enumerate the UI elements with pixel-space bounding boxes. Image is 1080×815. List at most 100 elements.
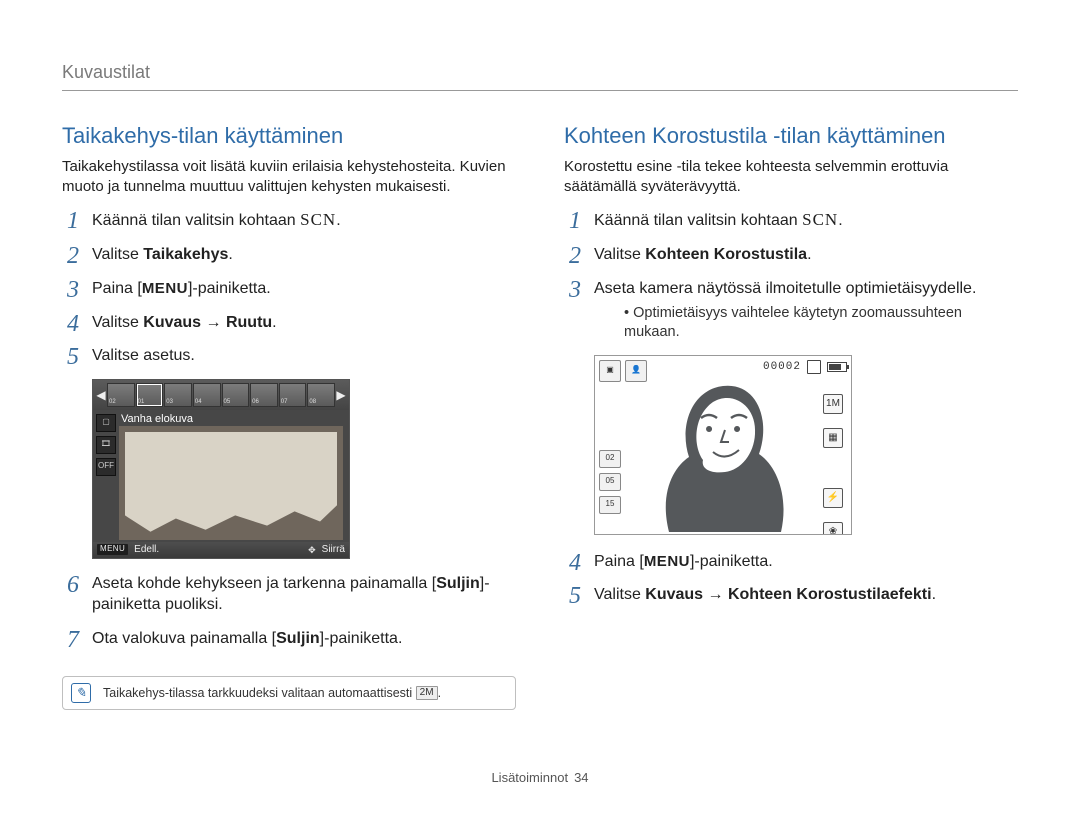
right-steps: 1 Käännä tilan valitsin kohtaan SCN. 2 V…	[564, 209, 1018, 342]
menu-tag-icon: MENU	[97, 544, 128, 555]
step-3: 3 Aseta kamera näytössä ilmoitetulle opt…	[564, 278, 1018, 343]
step-1: 1 Käännä tilan valitsin kohtaan SCN.	[564, 209, 1018, 232]
scn-label: SCN	[300, 210, 336, 229]
stack-icon: 15	[599, 496, 621, 514]
footer-label: Lisätoiminnot	[491, 770, 568, 785]
step-bold: Kuvaus	[645, 586, 703, 603]
step-2: 2 Valitse Taikakehys.	[62, 244, 516, 266]
step-text: .	[932, 586, 936, 603]
step-text: Käännä tilan valitsin kohtaan	[92, 212, 300, 229]
step-text: .	[336, 212, 340, 229]
step-text: Valitse	[92, 246, 143, 263]
stack-icon: 02	[599, 450, 621, 468]
step-text: Käännä tilan valitsin kohtaan	[594, 212, 802, 229]
step-text: ]-painiketta.	[690, 553, 773, 570]
step-text: ]-painiketta.	[320, 630, 403, 647]
step-text: Paina [	[92, 280, 142, 297]
mode-icon: ▣	[599, 360, 621, 382]
step-bold: Kuvaus	[143, 314, 201, 331]
thumb: 07	[279, 383, 307, 407]
frame-thumbnails: ◀ 02 01 03 04 05 06 07 08 ▶	[93, 380, 349, 410]
right-steps-cont: 4 Paina [MENU]-painiketta. 5 Valitse Kuv…	[564, 551, 1018, 606]
frame-style-label: Vanha elokuva	[121, 412, 193, 427]
thumb: 02	[107, 383, 135, 407]
nav-icon: ✥	[308, 544, 316, 556]
step-bold: Kohteen Korostustilaefekti	[728, 586, 932, 603]
step-1: 1 Käännä tilan valitsin kohtaan SCN.	[62, 209, 516, 232]
sd-card-icon	[807, 360, 821, 374]
step-3: 3 Paina [MENU]-painiketta.	[62, 278, 516, 300]
step-5: 5 Valitse Kuvaus → Kohteen Korostustilae…	[564, 584, 1018, 606]
back-label: Edell.	[134, 543, 159, 557]
screenshot-footer: MENU Edell. ✥ Siirrä	[93, 542, 349, 558]
camera-screenshot-magic-frame: ◀ 02 01 03 04 05 06 07 08 ▶ ▢ 🎞 OFF Vanh…	[92, 379, 350, 559]
note-text: .	[438, 686, 441, 700]
left-stack-icons: 02 05 15	[599, 450, 621, 514]
camera-screenshot-object-highlight: ▣ 👤 02 05 15 00002 1M	[594, 355, 852, 535]
side-icon: 🎞	[96, 436, 116, 454]
left-column: Taikakehys-tilan käyttäminen Taikakehyst…	[62, 121, 516, 710]
step-text: Valitse asetus.	[92, 347, 195, 364]
battery-icon	[827, 362, 847, 372]
page-number: 34	[574, 770, 588, 785]
step-bold: Suljin	[276, 630, 320, 647]
left-steps-cont: 6 Aseta kohde kehykseen ja tarkenna pain…	[62, 573, 516, 650]
right-heading: Kohteen Korostustila -tilan käyttäminen	[564, 121, 1018, 151]
resolution-badge: 2M	[416, 686, 438, 700]
flash-icon: ⚡	[823, 488, 843, 508]
note-box: ✎ Taikakehys-tilassa tarkkuudeksi valita…	[62, 676, 516, 711]
section-header: Kuvaustilat	[62, 60, 1018, 91]
left-intro: Taikakehystilassa voit lisätä kuviin eri…	[62, 157, 516, 198]
side-icon: OFF	[96, 458, 116, 476]
step-text: Ota valokuva painamalla [	[92, 630, 276, 647]
thumb: 05	[222, 383, 250, 407]
right-column: Kohteen Korostustila -tilan käyttäminen …	[564, 121, 1018, 710]
step-text: .	[807, 246, 811, 263]
step-text: Aseta kamera näytössä ilmoitetulle optim…	[594, 280, 976, 297]
step-bold: Kohteen Korostustila	[645, 246, 807, 263]
thumb: 06	[250, 383, 278, 407]
left-heading: Taikakehys-tilan käyttäminen	[62, 121, 516, 151]
step-5: 5 Valitse asetus.	[62, 345, 516, 367]
thumb: 04	[193, 383, 221, 407]
step-4: 4 Valitse Kuvaus → Ruutu.	[62, 312, 516, 334]
step-text: .	[838, 212, 842, 229]
step-text: Valitse	[92, 314, 143, 331]
step-bold: Suljin	[436, 575, 480, 592]
stack-icon: 05	[599, 473, 621, 491]
step-arrow: →	[201, 314, 226, 331]
step-text: Valitse	[594, 246, 645, 263]
thumb-selected: 01	[136, 383, 164, 407]
side-icon: ▢	[96, 414, 116, 432]
step-2: 2 Valitse Kohteen Korostustila.	[564, 244, 1018, 266]
menu-label: MENU	[142, 280, 188, 297]
step-text: ]-painiketta.	[188, 280, 271, 297]
arrow-right-icon: ▶	[336, 382, 346, 408]
step-4: 4 Paina [MENU]-painiketta.	[564, 551, 1018, 573]
right-intro: Korostettu esine -tila tekee kohteesta s…	[564, 157, 1018, 198]
step-text: Aseta kohde kehykseen ja tarkenna painam…	[92, 575, 436, 592]
move-label: Siirrä	[322, 543, 345, 557]
step-bold: Taikakehys	[143, 246, 228, 263]
thumb: 03	[164, 383, 192, 407]
step-sub-bullet: Optimietäisyys vaihtelee käytetyn zoomau…	[624, 304, 1018, 343]
thumb: 08	[307, 383, 335, 407]
step-text: .	[228, 246, 232, 263]
note-text: Taikakehys-tilassa tarkkuudeksi valitaan…	[103, 686, 416, 700]
step-7: 7 Ota valokuva painamalla [Suljin]-paini…	[62, 628, 516, 650]
resolution-icon: 1M	[823, 394, 843, 414]
left-steps: 1 Käännä tilan valitsin kohtaan SCN. 2 V…	[62, 209, 516, 366]
step-text: Paina [	[594, 553, 644, 570]
menu-label: MENU	[644, 553, 690, 570]
step-6: 6 Aseta kohde kehykseen ja tarkenna pain…	[62, 573, 516, 616]
step-text: .	[272, 314, 276, 331]
info-icon: ✎	[71, 683, 91, 703]
portrait-illustration	[639, 372, 807, 532]
grid-icon: ▦	[823, 428, 843, 448]
step-bold: Ruutu	[226, 314, 272, 331]
preview-area	[119, 426, 343, 540]
arrow-left-icon: ◀	[96, 382, 106, 408]
step-arrow: →	[703, 586, 728, 603]
macro-icon: ❀	[823, 522, 843, 535]
scn-label: SCN	[802, 210, 838, 229]
